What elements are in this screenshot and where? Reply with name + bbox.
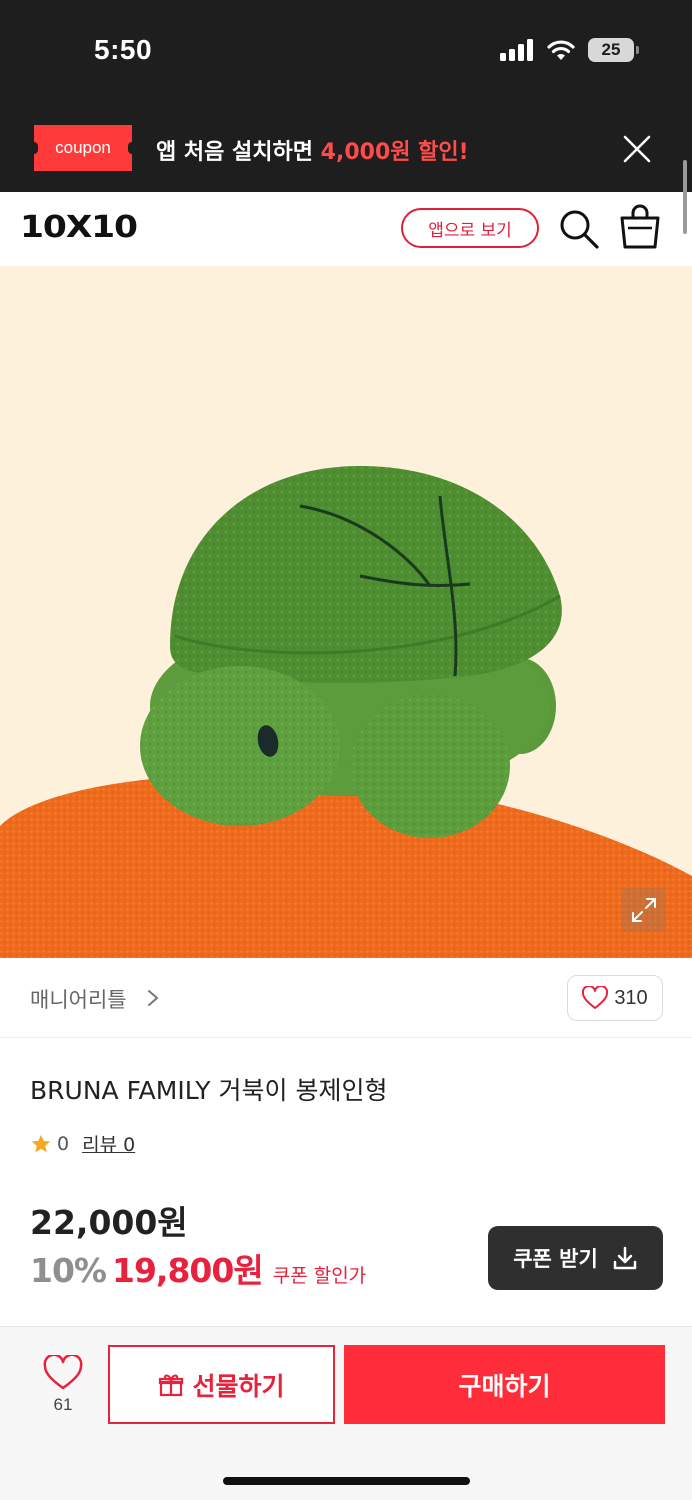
coupon-tag: coupon xyxy=(30,125,136,171)
star-icon xyxy=(31,1134,51,1152)
coupon-text-highlight: 4,000원 할인! xyxy=(320,140,469,165)
sale-price: 19,800원 xyxy=(112,1251,264,1290)
logo[interactable]: 10X10 xyxy=(20,210,138,245)
product-image[interactable] xyxy=(0,266,692,958)
scroll-indicator xyxy=(683,160,687,234)
status-icons: 25 xyxy=(500,38,639,62)
brand-row: 매니어리틀 310 xyxy=(0,958,692,1038)
bottom-action-bar: 61 선물하기 구매하기 xyxy=(0,1326,692,1500)
buy-button[interactable]: 구매하기 xyxy=(344,1345,665,1424)
coupon-text-prefix: 앱 처음 설치하면 xyxy=(156,140,321,165)
download-icon xyxy=(613,1246,637,1270)
heart-icon xyxy=(43,1355,83,1390)
shopping-bag-icon[interactable] xyxy=(618,204,662,250)
site-header: 10X10 앱으로 보기 xyxy=(0,192,692,266)
brand-name-link[interactable]: 매니어리틀 xyxy=(30,984,127,1014)
expand-image-button[interactable] xyxy=(622,888,666,932)
wishlist-button[interactable]: 61 xyxy=(38,1355,88,1415)
gift-button-label: 선물하기 xyxy=(192,1371,285,1401)
status-time: 5:50 xyxy=(94,34,153,65)
rating-value: 0 xyxy=(57,1132,70,1155)
gift-button[interactable]: 선물하기 xyxy=(108,1345,335,1424)
sale-note: 쿠폰 할인가 xyxy=(272,1265,367,1287)
like-count: 310 xyxy=(614,986,648,1009)
turtle-plush-illustration xyxy=(0,466,692,958)
expand-icon xyxy=(632,898,656,922)
brand-like-button[interactable]: 310 xyxy=(567,975,663,1021)
product-title: BRUNA FAMILY 거북이 봉제인형 xyxy=(30,1076,388,1105)
home-indicator xyxy=(223,1477,470,1485)
battery-icon: 25 xyxy=(588,38,639,62)
coupon-banner-text: 앱 처음 설치하면 4,000원 할인! xyxy=(156,134,469,166)
discount-rate: 10% xyxy=(30,1251,107,1290)
status-bar: 5:50 25 xyxy=(0,0,692,104)
rating-row: 0 리뷰 0 xyxy=(30,1130,135,1157)
close-icon[interactable] xyxy=(620,132,654,166)
coupon-button-label: 쿠폰 받기 xyxy=(513,1247,598,1271)
download-coupon-button[interactable]: 쿠폰 받기 xyxy=(488,1226,663,1290)
app-coupon-banner[interactable]: coupon 앱 처음 설치하면 4,000원 할인! xyxy=(0,104,692,192)
search-icon[interactable] xyxy=(558,208,600,250)
cellular-signal-icon xyxy=(500,39,533,61)
wifi-icon xyxy=(547,40,575,60)
wish-count: 61 xyxy=(53,1395,73,1414)
chevron-right-icon[interactable] xyxy=(146,988,160,1008)
open-in-app-button[interactable]: 앱으로 보기 xyxy=(401,208,539,248)
original-price: 22,000원 xyxy=(30,1203,188,1242)
sale-row: 10% 19,800원 쿠폰 할인가 xyxy=(30,1244,366,1292)
review-link[interactable]: 리뷰 0 xyxy=(82,1130,135,1157)
heart-icon xyxy=(582,986,609,1009)
gift-icon xyxy=(159,1374,184,1396)
